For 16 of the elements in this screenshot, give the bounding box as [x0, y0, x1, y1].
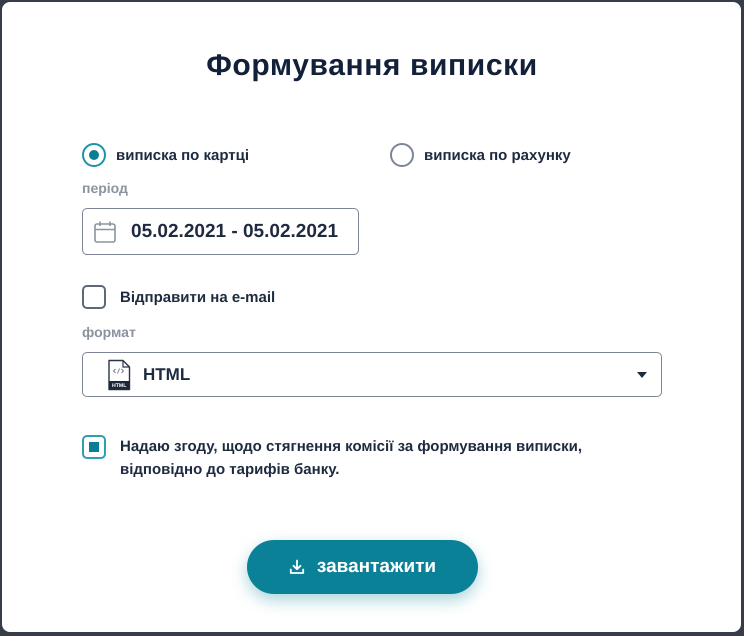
- format-label: формат: [82, 323, 137, 341]
- download-icon: [288, 559, 305, 575]
- date-range-field[interactable]: 05.02.2021 - 05.02.2021: [82, 208, 359, 255]
- radio-button[interactable]: [390, 143, 414, 167]
- radio-label: виписка по картці: [116, 146, 250, 164]
- caret-icon: [637, 372, 647, 378]
- download-button[interactable]: завантажити: [247, 540, 478, 594]
- dialog-title: Формування виписки: [205, 48, 539, 84]
- period-label: період: [82, 179, 129, 197]
- calendar-icon: [93, 220, 117, 244]
- email-checkbox[interactable]: [82, 285, 106, 309]
- consent-text: Надаю згоду, щодо стягнення комісії за формування виписки, відповідно до тарифів банку.: [120, 437, 584, 480]
- email-checkbox-label: Відправити на e-mail: [120, 288, 276, 306]
- radio-button[interactable]: [82, 143, 106, 167]
- radio-label: виписка по рахунку: [424, 146, 571, 164]
- consent-checkbox[interactable]: [82, 435, 106, 459]
